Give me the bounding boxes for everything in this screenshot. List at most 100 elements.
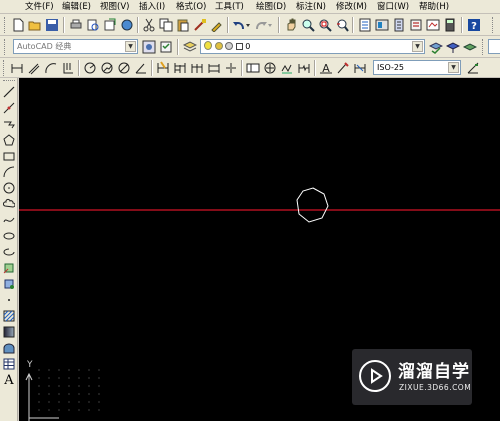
dimension-space-icon[interactable] xyxy=(206,60,222,76)
menu-draw[interactable]: 绘图(D) xyxy=(254,1,288,13)
menu-modify[interactable]: 修改(M) xyxy=(334,1,369,13)
tolerance-icon[interactable] xyxy=(245,60,261,76)
block-editor-icon[interactable] xyxy=(209,17,225,33)
copy-icon[interactable] xyxy=(158,17,174,33)
arc-length-icon[interactable] xyxy=(43,60,59,76)
new-icon[interactable] xyxy=(10,17,26,33)
match-properties-icon[interactable] xyxy=(192,17,208,33)
zoom-window-icon[interactable] xyxy=(317,17,333,33)
layer-previous-icon[interactable] xyxy=(445,39,461,55)
menu-file[interactable]: 文件(F) xyxy=(23,1,56,13)
layer-select[interactable]: 0 ▼ xyxy=(200,39,425,54)
polygon-icon[interactable] xyxy=(1,133,17,147)
continue-dimension-icon[interactable] xyxy=(189,60,205,76)
menu-edit[interactable]: 编辑(E) xyxy=(60,1,93,13)
ordinate-dimension-icon[interactable] xyxy=(60,60,76,76)
quick-dimension-icon[interactable] xyxy=(155,60,171,76)
revision-cloud-icon[interactable] xyxy=(1,197,17,211)
point-icon[interactable] xyxy=(1,293,17,307)
toolbar-grip[interactable] xyxy=(482,39,485,55)
polyline-icon[interactable] xyxy=(1,117,17,131)
multiline-text-icon[interactable]: A xyxy=(1,373,17,388)
aligned-dimension-icon[interactable] xyxy=(26,60,42,76)
baseline-dimension-icon[interactable] xyxy=(172,60,188,76)
publish-icon[interactable] xyxy=(102,17,118,33)
workspace-settings-icon[interactable] xyxy=(141,39,157,55)
properties-icon[interactable] xyxy=(357,17,373,33)
menu-format[interactable]: 格式(O) xyxy=(174,1,208,13)
gradient-icon[interactable] xyxy=(1,325,17,339)
calculator-icon[interactable] xyxy=(442,17,458,33)
tool-palettes-icon[interactable] xyxy=(391,17,407,33)
inspection-icon[interactable] xyxy=(279,60,295,76)
cut-icon[interactable] xyxy=(141,17,157,33)
ellipse-arc-icon[interactable] xyxy=(1,245,17,259)
workspace-select-value: AutoCAD 经典 xyxy=(17,42,72,51)
insert-block-icon[interactable] xyxy=(1,261,17,275)
open-icon[interactable] xyxy=(27,17,43,33)
plot-icon[interactable] xyxy=(119,17,135,33)
layers-toolbar: AutoCAD 经典 ▼ 0 ▼ xyxy=(0,36,500,58)
table-icon[interactable] xyxy=(1,357,17,371)
arc-icon[interactable] xyxy=(1,165,17,179)
menu-insert[interactable]: 插入(I) xyxy=(137,1,167,13)
make-block-icon[interactable] xyxy=(1,277,17,291)
workspace-save-icon[interactable] xyxy=(158,39,174,55)
menu-dimension[interactable]: 标注(N) xyxy=(294,1,328,13)
zoom-realtime-icon[interactable] xyxy=(300,17,316,33)
zoom-previous-icon[interactable] xyxy=(334,17,350,33)
print-icon[interactable] xyxy=(68,17,84,33)
chevron-down-icon: ▼ xyxy=(412,41,423,52)
jogged-dimension-icon[interactable] xyxy=(99,60,115,76)
toolbar-grip[interactable] xyxy=(3,60,6,76)
paste-icon[interactable] xyxy=(175,17,191,33)
construction-line-icon[interactable] xyxy=(1,101,17,115)
rectangle-icon[interactable] xyxy=(1,149,17,163)
layer-states-icon[interactable] xyxy=(462,39,478,55)
make-current-layer-icon[interactable] xyxy=(428,39,444,55)
pan-icon[interactable] xyxy=(283,17,299,33)
linear-dimension-icon[interactable] xyxy=(9,60,25,76)
design-center-icon[interactable] xyxy=(374,17,390,33)
menu-tools[interactable]: 工具(T) xyxy=(213,1,246,13)
watermark: 溜溜自学 ZIXUE.3D66.COM xyxy=(352,349,472,405)
circle-icon[interactable] xyxy=(1,181,17,195)
play-logo-icon xyxy=(359,360,391,392)
sheet-set-icon[interactable] xyxy=(408,17,424,33)
menu-bar: 文件(F) 编辑(E) 视图(V) 插入(I) 格式(O) 工具(T) 绘图(D… xyxy=(0,0,500,14)
dimension-edit-icon[interactable]: A xyxy=(318,60,334,76)
dim-style-select[interactable]: ISO-25 ▼ xyxy=(373,60,461,75)
toolbar-grip[interactable] xyxy=(4,17,7,33)
ellipse-icon[interactable] xyxy=(1,229,17,243)
markup-icon[interactable] xyxy=(425,17,441,33)
toolbar-grip[interactable] xyxy=(492,17,495,33)
dimension-style-icon[interactable] xyxy=(465,60,481,76)
region-icon[interactable] xyxy=(1,341,17,355)
dimension-break-icon[interactable] xyxy=(223,60,239,76)
layer-properties-icon[interactable] xyxy=(182,39,198,55)
spline-icon[interactable] xyxy=(1,213,17,227)
toolbar-grip[interactable] xyxy=(4,39,7,55)
menu-help[interactable]: 帮助(H) xyxy=(417,1,451,13)
diameter-dimension-icon[interactable] xyxy=(116,60,132,76)
hatch-icon[interactable] xyxy=(1,309,17,323)
menu-view[interactable]: 视图(V) xyxy=(98,1,131,13)
save-icon[interactable] xyxy=(44,17,60,33)
workspace-select[interactable]: AutoCAD 经典 ▼ xyxy=(13,39,138,54)
color-select[interactable] xyxy=(488,39,500,54)
help-icon[interactable]: ? xyxy=(466,17,482,33)
svg-text:?: ? xyxy=(471,21,477,32)
dimension-update-icon[interactable] xyxy=(352,60,368,76)
watermark-url: ZIXUE.3D66.COM xyxy=(399,383,472,392)
jogged-linear-icon[interactable] xyxy=(296,60,312,76)
redo-dropdown-icon[interactable] xyxy=(266,17,274,33)
center-mark-icon[interactable] xyxy=(262,60,278,76)
print-preview-icon[interactable] xyxy=(85,17,101,33)
line-icon[interactable] xyxy=(1,85,17,99)
dimension-text-edit-icon[interactable] xyxy=(335,60,351,76)
radius-dimension-icon[interactable] xyxy=(82,60,98,76)
drawing-canvas[interactable]: Y 溜溜自学 ZIXUE.3D66.COM xyxy=(19,78,500,421)
undo-dropdown-icon[interactable] xyxy=(244,17,252,33)
angular-dimension-icon[interactable] xyxy=(133,60,149,76)
menu-window[interactable]: 窗口(W) xyxy=(375,1,411,13)
